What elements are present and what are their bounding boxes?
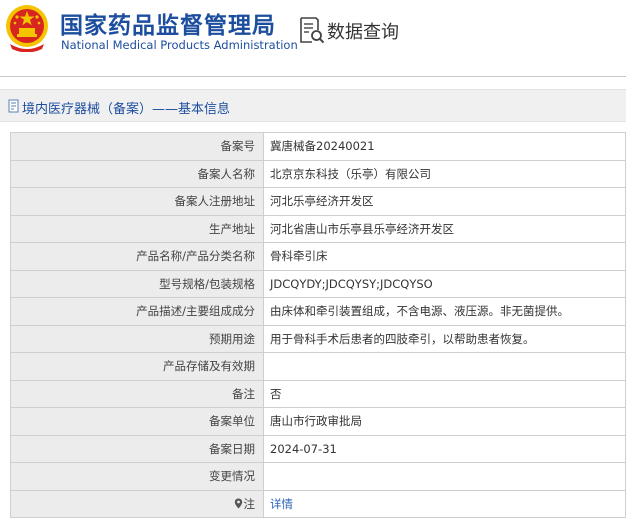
data-query-icon [300,17,325,44]
row-value [263,462,626,491]
row-value: 北京京东科技（乐亭）有限公司 [263,159,626,188]
row-label: 备案人注册地址 [10,187,264,216]
row-value: 河北省唐山市乐亭县乐亭经济开发区 [263,214,626,243]
agency-name-en: National Medical Products Administration [61,38,298,52]
table-row: 备注 否 [10,379,626,408]
table-row: 产品存储及有效期 [10,352,626,381]
row-label: 注 [243,496,256,511]
row-label: 备案人名称 [10,159,264,188]
row-label: 备案单位 [10,407,264,436]
data-query-title: 数据查询 [327,22,399,43]
table-row: 预期用途 用于骨科手术后患者的四肢牵引，以帮助患者恢复。 [10,324,626,353]
table-row: 备案人名称 北京京东科技（乐亭）有限公司 [10,159,626,188]
national-emblem-icon [6,5,48,52]
row-label: 预期用途 [10,324,264,353]
table-row: 变更情况 [10,462,626,491]
table-row: 备案号 冀唐械备20240021 [10,132,626,161]
row-value: 冀唐械备20240021 [263,132,626,161]
header-divider [0,76,626,77]
row-label: 备案日期 [10,434,264,463]
row-label: 生产地址 [10,214,264,243]
row-value: 用于骨科手术后患者的四肢牵引，以帮助患者恢复。 [263,324,626,353]
agency-name-cn: 国家药品监督管理局 [60,13,276,39]
table-row: 备案单位 唐山市行政审批局 [10,407,626,436]
table-row: 型号规格/包装规格 JDCQYDY;JDCQYSY;JDCQYSO [10,269,626,298]
row-label: 备案号 [10,132,264,161]
location-pin-icon [234,498,242,509]
table-row: 备案人注册地址 河北乐亭经济开发区 [10,187,626,216]
document-icon [8,99,19,113]
section-title: 境内医疗器械（备案）——基本信息 [22,102,231,117]
row-value: 否 [263,379,626,408]
table-row: 注 详情 [10,489,626,518]
row-label: 型号规格/包装规格 [10,269,264,298]
row-value [263,352,626,381]
row-label: 变更情况 [10,462,264,491]
row-label: 产品描述/主要组成成分 [10,297,264,326]
section-header: 境内医疗器械（备案）——基本信息 [0,89,626,122]
site-header: 国家药品监督管理局 National Medical Products Admi… [0,0,626,72]
table-row: 生产地址 河北省唐山市乐亭县乐亭经济开发区 [10,214,626,243]
row-label-note: 注 [10,489,264,518]
row-value: 骨科牵引床 [263,242,626,271]
row-label: 产品存储及有效期 [10,352,264,381]
row-value: 详情 [263,489,626,518]
row-label: 备注 [10,379,264,408]
row-value: 河北乐亭经济开发区 [263,187,626,216]
row-label: 产品名称/产品分类名称 [10,242,264,271]
table-row: 产品名称/产品分类名称 骨科牵引床 [10,242,626,271]
table-row: 产品描述/主要组成成分 由床体和牵引装置组成，不含电源、液压源。非无菌提供。 [10,297,626,326]
table-row: 备案日期 2024-07-31 [10,434,626,463]
row-value: JDCQYDY;JDCQYSY;JDCQYSO [263,269,626,298]
detail-link[interactable]: 详情 [270,497,293,511]
record-info-table: 备案号 冀唐械备20240021 备案人名称 北京京东科技（乐亭）有限公司 备案… [10,132,626,518]
row-value: 唐山市行政审批局 [263,407,626,436]
row-value: 由床体和牵引装置组成，不含电源、液压源。非无菌提供。 [263,297,626,326]
row-value: 2024-07-31 [263,434,626,463]
